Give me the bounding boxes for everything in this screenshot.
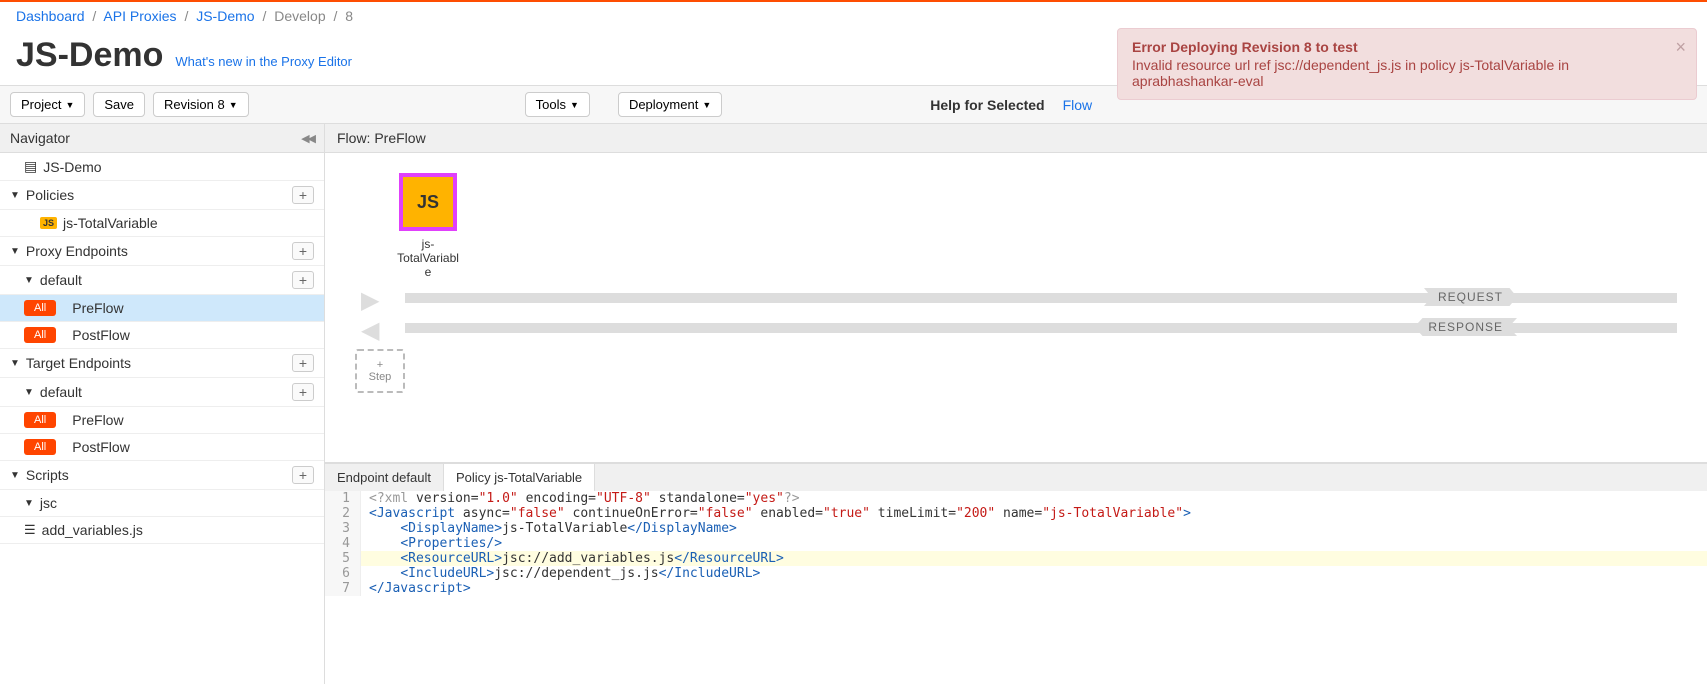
flow-canvas: JS js-TotalVariable ▶ REQUEST ◀ RESPONSE…	[325, 153, 1707, 463]
project-dropdown[interactable]: Project▼	[10, 92, 85, 117]
file-icon: ☰	[24, 522, 36, 538]
chevron-down-icon: ▼	[24, 275, 34, 286]
flow-link[interactable]: Flow	[1063, 97, 1093, 113]
request-line: REQUEST	[405, 293, 1677, 303]
breadcrumb-js-demo[interactable]: JS-Demo	[196, 8, 254, 24]
arrow-right-icon: ▶	[361, 286, 379, 315]
add-target-flow-button[interactable]: +	[292, 383, 314, 401]
policy-step-label: js-TotalVariable	[395, 237, 461, 279]
page-title: JS-Demo	[16, 36, 163, 75]
breadcrumb-revision: 8	[345, 8, 353, 24]
add-script-button[interactable]: +	[292, 466, 314, 484]
all-badge: All	[24, 412, 56, 428]
response-label: RESPONSE	[1414, 318, 1517, 336]
alert-title: Error Deploying Revision 8 to test	[1132, 39, 1664, 55]
all-badge: All	[24, 439, 56, 455]
chevron-down-icon: ▼	[10, 470, 20, 481]
breadcrumb-api-proxies[interactable]: API Proxies	[103, 8, 176, 24]
breadcrumb-dashboard[interactable]: Dashboard	[16, 8, 85, 24]
request-label: REQUEST	[1424, 288, 1517, 306]
code-line[interactable]: 7</Javascript>	[325, 581, 1707, 596]
nav-proxy-preflow[interactable]: All PreFlow	[0, 295, 324, 322]
navigator-title: Navigator	[10, 130, 70, 146]
editor-tabs: Endpoint default Policy js-TotalVariable	[325, 463, 1707, 491]
nav-scripts-section[interactable]: ▼ Scripts +	[0, 461, 324, 490]
code-line[interactable]: 1<?xml version="1.0" encoding="UTF-8" st…	[325, 491, 1707, 506]
code-line[interactable]: 6 <IncludeURL>jsc://dependent_js.js</Inc…	[325, 566, 1707, 581]
add-policy-button[interactable]: +	[292, 186, 314, 204]
nav-proxy-endpoints-section[interactable]: ▼ Proxy Endpoints +	[0, 237, 324, 266]
add-proxy-endpoint-button[interactable]: +	[292, 242, 314, 260]
nav-target-postflow[interactable]: All PostFlow	[0, 434, 324, 461]
chevron-down-icon: ▼	[10, 358, 20, 369]
breadcrumb: Dashboard / API Proxies / JS-Demo / Deve…	[0, 2, 1707, 30]
all-badge: All	[24, 327, 56, 343]
add-flow-button[interactable]: +	[292, 271, 314, 289]
flow-header: Flow: PreFlow	[325, 124, 1707, 153]
save-button[interactable]: Save	[93, 92, 145, 117]
code-line[interactable]: 3 <DisplayName>js-TotalVariable</Display…	[325, 521, 1707, 536]
collapse-nav-icon[interactable]: ◀◀	[301, 132, 314, 145]
error-alert: × Error Deploying Revision 8 to test Inv…	[1117, 28, 1697, 100]
code-line[interactable]: 2<Javascript async="false" continueOnErr…	[325, 506, 1707, 521]
nav-policy-item[interactable]: JS js-TotalVariable	[0, 210, 324, 237]
js-policy-icon: JS	[399, 173, 457, 231]
document-icon: ▤	[24, 158, 37, 175]
nav-proxy-default[interactable]: ▼ default +	[0, 266, 324, 295]
code-line[interactable]: 5 <ResourceURL>jsc://add_variables.js</R…	[325, 551, 1707, 566]
navigator: Navigator ◀◀ ▤ JS-Demo ▼ Policies + JS j…	[0, 124, 325, 684]
chevron-down-icon: ▼	[10, 190, 20, 201]
whats-new-link[interactable]: What's new in the Proxy Editor	[175, 54, 352, 69]
add-step-button[interactable]: + Step	[355, 349, 405, 393]
chevron-down-icon: ▼	[10, 246, 20, 257]
arrow-left-icon: ◀	[361, 316, 379, 345]
nav-target-preflow[interactable]: All PreFlow	[0, 407, 324, 434]
nav-target-default[interactable]: ▼ default +	[0, 378, 324, 407]
nav-root[interactable]: ▤ JS-Demo	[0, 153, 324, 181]
breadcrumb-develop: Develop	[274, 8, 325, 24]
nav-proxy-postflow[interactable]: All PostFlow	[0, 322, 324, 349]
alert-body: Invalid resource url ref jsc://dependent…	[1132, 57, 1664, 89]
chevron-down-icon: ▼	[24, 387, 34, 398]
help-for-selected-label: Help for Selected	[930, 97, 1044, 113]
revision-dropdown[interactable]: Revision 8▼	[153, 92, 249, 117]
js-icon: JS	[40, 217, 57, 229]
all-badge: All	[24, 300, 56, 316]
nav-jsc-folder[interactable]: ▼ jsc	[0, 490, 324, 517]
chevron-down-icon: ▼	[24, 498, 34, 509]
tab-policy[interactable]: Policy js-TotalVariable	[444, 464, 595, 492]
nav-policies-section[interactable]: ▼ Policies +	[0, 181, 324, 210]
add-target-endpoint-button[interactable]: +	[292, 354, 314, 372]
tools-dropdown[interactable]: Tools▼	[525, 92, 590, 117]
tab-endpoint-default[interactable]: Endpoint default	[325, 464, 444, 491]
plus-icon: +	[377, 359, 383, 371]
code-line[interactable]: 4 <Properties/>	[325, 536, 1707, 551]
nav-target-endpoints-section[interactable]: ▼ Target Endpoints +	[0, 349, 324, 378]
nav-script-file[interactable]: ☰ add_variables.js	[0, 517, 324, 544]
response-line: RESPONSE	[405, 323, 1677, 333]
policy-step[interactable]: JS js-TotalVariable	[395, 173, 461, 279]
close-icon[interactable]: ×	[1675, 37, 1686, 58]
deployment-dropdown[interactable]: Deployment▼	[618, 92, 722, 117]
code-editor[interactable]: 1<?xml version="1.0" encoding="UTF-8" st…	[325, 491, 1707, 596]
